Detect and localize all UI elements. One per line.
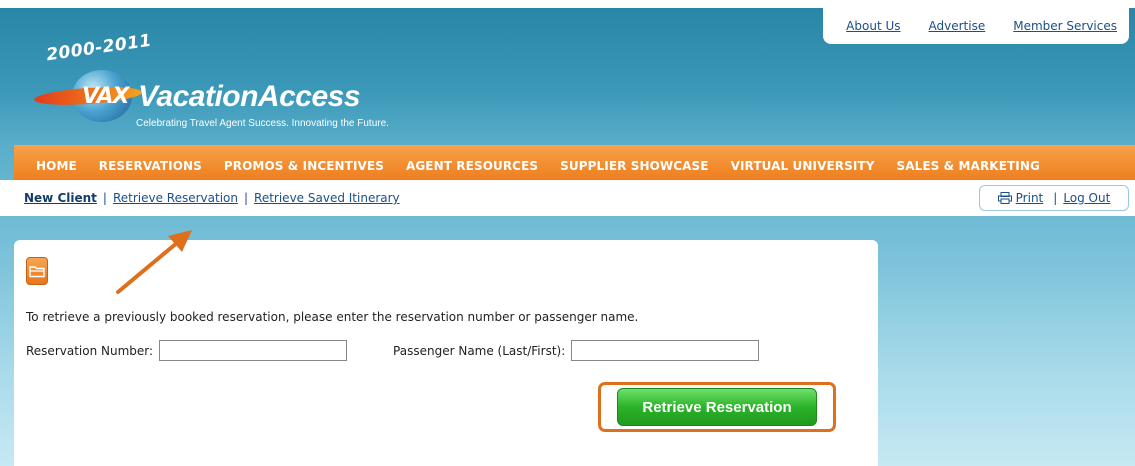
nav-sales-marketing[interactable]: SALES & MARKETING bbox=[885, 159, 1050, 173]
advertise-link[interactable]: Advertise bbox=[929, 19, 986, 33]
logo[interactable]: 2000-2011 VAX VacationAccess Celebrating… bbox=[32, 30, 452, 134]
nav-supplier-showcase[interactable]: SUPPLIER SHOWCASE bbox=[549, 159, 719, 173]
folder-icon bbox=[26, 257, 48, 285]
print-link[interactable]: Print bbox=[1016, 191, 1044, 205]
member-services-link[interactable]: Member Services bbox=[1013, 19, 1117, 33]
sub-nav: New Client | Retrieve Reservation | Retr… bbox=[0, 180, 1135, 216]
logo-brand: VacationAccess bbox=[138, 80, 361, 113]
nav-agent-resources[interactable]: AGENT RESOURCES bbox=[395, 159, 549, 173]
reservation-number-label: Reservation Number: bbox=[26, 343, 154, 358]
print-logout-box: Print | Log Out bbox=[979, 185, 1129, 211]
arrow-annotation-icon bbox=[116, 230, 192, 294]
logo-years: 2000-2011 bbox=[45, 30, 154, 66]
nav-virtual-university[interactable]: VIRTUAL UNIVERSITY bbox=[720, 159, 886, 173]
separator: | bbox=[243, 191, 249, 205]
printer-icon[interactable] bbox=[997, 192, 1012, 204]
nav-promos-incentives[interactable]: PROMOS & INCENTIVES bbox=[213, 159, 395, 173]
retrieve-button-highlight: Retrieve Reservation bbox=[598, 382, 836, 432]
logo-mark: VAX bbox=[82, 84, 130, 109]
nav-reservations[interactable]: RESERVATIONS bbox=[88, 159, 213, 173]
retrieve-reservation-button[interactable]: Retrieve Reservation bbox=[617, 388, 817, 426]
about-us-link[interactable]: About Us bbox=[846, 19, 900, 33]
instructions-text: To retrieve a previously booked reservat… bbox=[26, 310, 639, 324]
logout-link[interactable]: Log Out bbox=[1063, 191, 1110, 205]
separator: | bbox=[1053, 191, 1058, 205]
nav-home[interactable]: HOME bbox=[14, 159, 88, 173]
page-background: About Us Advertise Member Services 2000-… bbox=[0, 8, 1135, 466]
separator: | bbox=[102, 191, 107, 205]
passenger-name-label: Passenger Name (Last/First): bbox=[393, 343, 566, 358]
retrieve-reservation-link[interactable]: Retrieve Reservation bbox=[113, 191, 238, 205]
top-links: About Us Advertise Member Services bbox=[823, 8, 1129, 44]
reservation-number-input[interactable] bbox=[159, 340, 348, 361]
retrieve-saved-itinerary-link[interactable]: Retrieve Saved Itinerary bbox=[254, 191, 400, 205]
search-form-row: Reservation Number: Passenger Name (Last… bbox=[26, 340, 760, 361]
new-client-link[interactable]: New Client bbox=[24, 191, 97, 205]
passenger-name-input[interactable] bbox=[571, 340, 760, 361]
logo-tagline: Celebrating Travel Agent Success. Innova… bbox=[136, 118, 389, 129]
